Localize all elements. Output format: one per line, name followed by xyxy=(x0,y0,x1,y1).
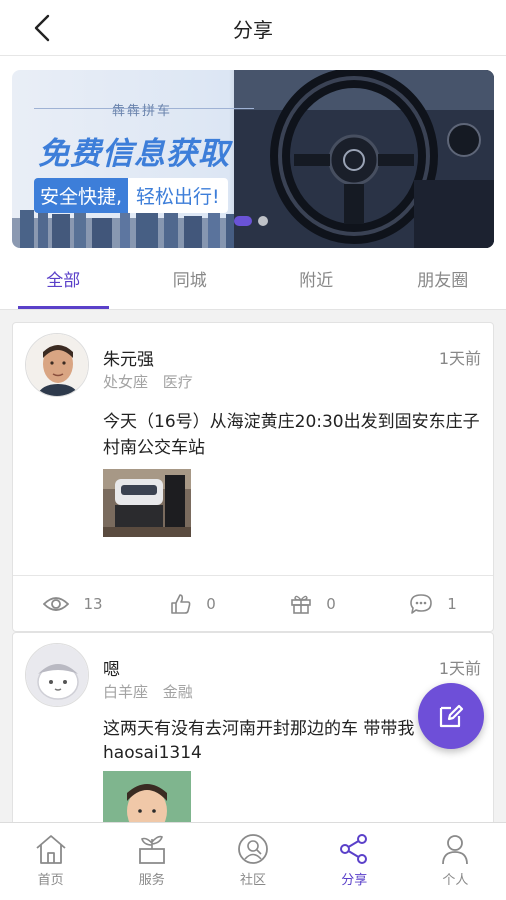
industry-tag: 金融 xyxy=(162,683,193,701)
tab-nearby[interactable]: 附近 xyxy=(253,256,380,309)
steering-wheel-image xyxy=(234,70,494,248)
page-title: 分享 xyxy=(233,18,273,42)
nav-label: 社区 xyxy=(240,873,267,888)
plant-pot-icon xyxy=(138,835,165,864)
zodiac-tag: 处女座 xyxy=(103,373,149,391)
tab-all[interactable]: 全部 xyxy=(0,256,127,309)
gift-button[interactable]: 0 xyxy=(253,576,373,631)
nav-label: 首页 xyxy=(37,873,64,888)
search-user-icon xyxy=(238,834,268,864)
nav-services[interactable]: 服务 xyxy=(101,823,202,900)
post-actions: 13 0 0 1 xyxy=(13,575,493,631)
top-bar: 分享 xyxy=(0,0,506,56)
nav-label: 分享 xyxy=(341,873,368,888)
comments-value: 1 xyxy=(447,594,457,613)
industry-tag: 医疗 xyxy=(162,373,193,391)
tab-same-city[interactable]: 同城 xyxy=(127,256,254,309)
nav-share[interactable]: 分享 xyxy=(304,823,405,900)
edit-icon xyxy=(439,704,464,728)
nav-home[interactable]: 首页 xyxy=(0,823,101,900)
gift-icon xyxy=(291,595,312,614)
like-button[interactable]: 0 xyxy=(133,576,253,631)
person-icon xyxy=(442,835,469,865)
post-time: 1天前 xyxy=(438,659,481,678)
user-photo xyxy=(26,334,88,396)
zodiac-tag: 白羊座 xyxy=(103,683,149,701)
banner-brand: 犇犇拼车 xyxy=(112,104,173,119)
thumbs-up-icon xyxy=(171,593,191,614)
carousel-indicator xyxy=(234,216,268,226)
banner-tagline-b: 轻松出行! xyxy=(128,177,228,213)
promo-banner[interactable]: 犇犇拼车 免费信息获取 安全快捷, 轻松出行! xyxy=(12,70,494,248)
nav-label: 个人 xyxy=(442,873,469,888)
post-image[interactable] xyxy=(103,771,191,822)
user-name[interactable]: 朱元强 xyxy=(103,345,154,370)
post-photo xyxy=(103,771,191,822)
gifts-value: 0 xyxy=(326,594,336,613)
user-meta: 白羊座 金融 xyxy=(103,681,203,702)
filter-tabs: 全部 同城 附近 朋友圈 xyxy=(0,256,506,310)
home-icon xyxy=(36,835,66,864)
comment-button[interactable]: 1 xyxy=(373,576,493,631)
post-feed: 朱元强 处女座 医疗 1天前 今天（16号）从海淀黄庄20:30出发到固安东庄子… xyxy=(12,322,494,822)
share-icon xyxy=(340,834,368,864)
post-photo xyxy=(103,469,191,537)
nav-label: 服务 xyxy=(138,873,165,888)
views-count: 13 xyxy=(13,576,133,631)
banner-section: 犇犇拼车 免费信息获取 安全快捷, 轻松出行! xyxy=(0,56,506,256)
compose-post-button[interactable] xyxy=(418,683,484,749)
post-card[interactable]: 朱元强 处女座 医疗 1天前 今天（16号）从海淀黄庄20:30出发到固安东庄子… xyxy=(12,322,494,632)
avatar[interactable] xyxy=(25,333,89,397)
eye-icon xyxy=(43,596,70,611)
views-value: 13 xyxy=(83,594,103,613)
likes-value: 0 xyxy=(206,594,216,613)
bottom-nav: 首页 服务 社区 分享 个人 xyxy=(0,822,506,900)
banner-tagline: 安全快捷, 轻松出行! xyxy=(34,177,228,213)
avatar[interactable] xyxy=(25,643,89,707)
user-meta: 处女座 医疗 xyxy=(103,371,203,392)
comment-icon xyxy=(410,593,433,614)
post-image[interactable] xyxy=(103,469,191,537)
post-text: 今天（16号）从海淀黄庄20:30出发到固安东庄子村南公交车站 xyxy=(103,412,480,458)
banner-headline: 免费信息获取 xyxy=(38,136,230,172)
nav-profile[interactable]: 个人 xyxy=(405,823,506,900)
user-name[interactable]: 嗯 xyxy=(103,655,120,680)
tab-moments[interactable]: 朋友圈 xyxy=(380,256,506,309)
default-avatar xyxy=(26,644,88,706)
post-time: 1天前 xyxy=(438,349,481,368)
nav-community[interactable]: 社区 xyxy=(202,823,303,900)
banner-tagline-a: 安全快捷, xyxy=(34,177,129,213)
carousel-dot[interactable] xyxy=(258,216,268,226)
carousel-dot-active[interactable] xyxy=(234,216,252,226)
